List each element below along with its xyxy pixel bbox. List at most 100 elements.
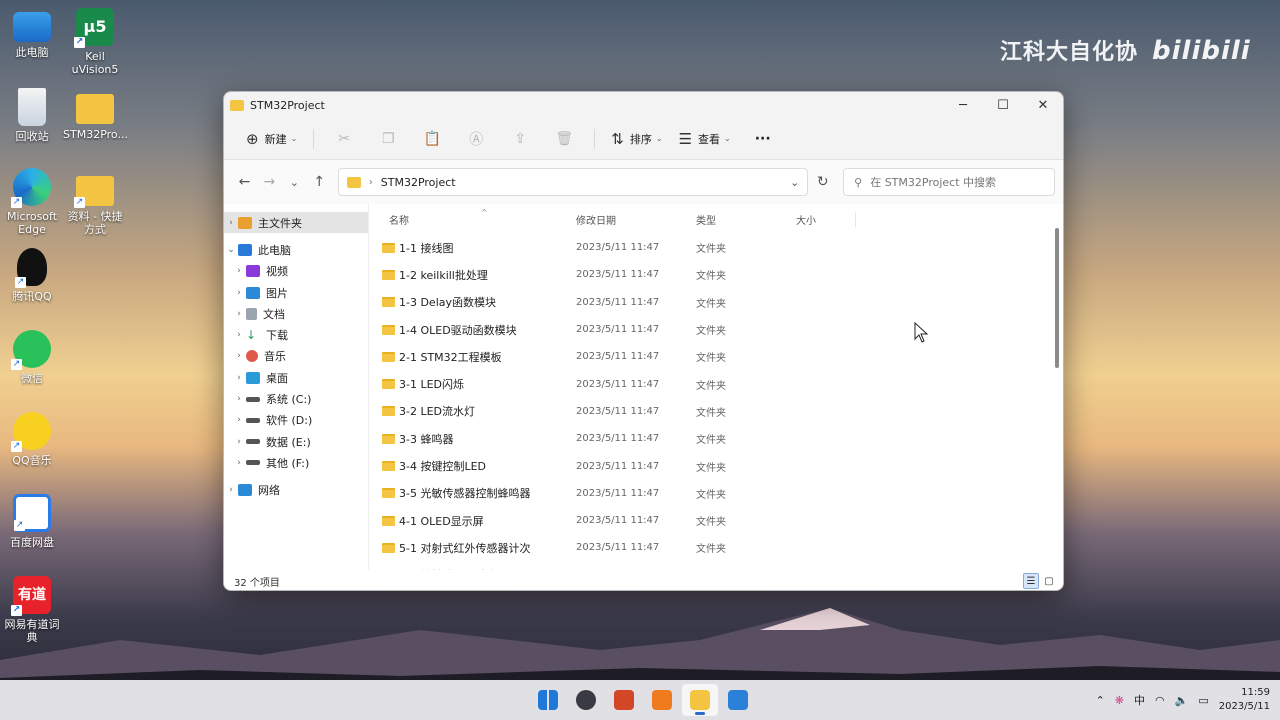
forward-button[interactable]: → (257, 168, 282, 196)
copy-icon[interactable]: ❐ (368, 124, 408, 154)
desktop-icon-qqmusic[interactable]: ↗ QQ音乐 (0, 412, 64, 467)
wifi-icon[interactable]: ◠ (1155, 694, 1165, 707)
column-name[interactable]: 名称 (369, 212, 576, 227)
sidebar-item-downloads[interactable]: › ↓ 下载 (224, 324, 368, 345)
app-tray-icon[interactable]: ❋ (1115, 694, 1124, 707)
cut-icon[interactable]: ✂ (324, 124, 364, 154)
desktop-icon-this-pc[interactable]: 此电脑 (0, 8, 64, 59)
search-input[interactable] (870, 175, 1041, 189)
input-method-indicator[interactable]: 中 (1134, 692, 1145, 708)
taskbar-app-camera[interactable] (568, 684, 604, 716)
file-row[interactable]: 4-1 OLED显示屏 2023/5/11 11:47 文件夹 (369, 507, 1063, 534)
taskbar-app-start[interactable] (530, 684, 566, 716)
chevron-right-icon[interactable]: › (232, 394, 246, 404)
title-bar[interactable]: STM32Project ─ ☐ ✕ (224, 92, 1063, 118)
sidebar-item-desktop[interactable]: › 桌面 (224, 367, 368, 388)
vertical-scrollbar[interactable] (1055, 218, 1059, 568)
chevron-down-icon[interactable]: ⌄ (790, 176, 799, 189)
desktop-icon-baidu-netdisk[interactable]: ↗ 百度网盘 (0, 494, 64, 549)
recent-locations-button[interactable]: ⌄ (282, 168, 307, 196)
sidebar-item-network[interactable]: › 网络 (224, 480, 368, 501)
chevron-right-icon[interactable]: › (232, 458, 246, 468)
file-row[interactable]: 5-1 对射式红外传感器计次 2023/5/11 11:47 文件夹 (369, 534, 1063, 561)
column-type[interactable]: 类型 (696, 212, 796, 227)
file-date: 2023/5/11 11:47 (576, 324, 660, 336)
file-row[interactable]: 1-4 OLED驱动函数模块 2023/5/11 11:47 文件夹 (369, 316, 1063, 343)
desktop-icon-keil[interactable]: μ5 ↗ Keil uVision5 (63, 8, 127, 76)
sidebar-item-home[interactable]: › 主文件夹 (224, 212, 368, 234)
file-row[interactable]: 1-3 Delay函数模块 2023/5/11 11:47 文件夹 (369, 289, 1063, 316)
view-button[interactable]: ☰ 查看 ⌄ (673, 124, 737, 154)
refresh-button[interactable]: ↻ (808, 168, 837, 196)
tiles-view-icon[interactable]: ▢ (1041, 573, 1057, 589)
desktop-icon-edge[interactable]: ↗ Microsoft Edge (0, 168, 64, 236)
desktop-icon-stm32project[interactable]: STM32Pro... (63, 88, 128, 141)
sidebar-item-pictures[interactable]: › 图片 (224, 282, 368, 303)
chevron-right-icon[interactable]: › (224, 485, 238, 495)
chevron-down-icon[interactable]: ⌄ (224, 245, 238, 255)
file-row[interactable]: 3-1 LED闪烁 2023/5/11 11:47 文件夹 (369, 370, 1063, 397)
file-row[interactable]: 3-5 光敏传感器控制蜂鸣器 2023/5/11 11:47 文件夹 (369, 480, 1063, 507)
up-button[interactable]: ↑ (307, 168, 332, 196)
chevron-right-icon[interactable]: › (224, 218, 238, 228)
file-row[interactable]: 3-4 按键控制LED 2023/5/11 11:47 文件夹 (369, 452, 1063, 479)
close-button[interactable]: ✕ (1023, 92, 1063, 118)
volume-icon[interactable]: 🔈 (1175, 694, 1189, 707)
file-row[interactable]: 1-2 keilkill批处理 2023/5/11 11:47 文件夹 (369, 261, 1063, 288)
rename-icon[interactable]: Ⓐ (456, 124, 496, 154)
file-row[interactable]: 1-1 接线图 2023/5/11 11:47 文件夹 (369, 234, 1063, 261)
chevron-right-icon[interactable]: › (232, 415, 246, 425)
desktop-icon-qq[interactable]: ↗ 腾讯QQ (0, 248, 64, 303)
battery-icon[interactable]: ▭ (1198, 694, 1208, 707)
address-bar[interactable]: › STM32Project ⌄ (337, 168, 809, 196)
file-row[interactable]: 5-2 旋转编码器计次2023/5/11 11:47文件夹 (369, 562, 1063, 570)
desktop-icon-wechat[interactable]: ↗ 微信 (0, 330, 64, 385)
taskbar-app-powerpoint[interactable] (606, 684, 642, 716)
file-row[interactable]: 2-1 STM32工程模板 2023/5/11 11:47 文件夹 (369, 343, 1063, 370)
desktop-icon-recycle-bin[interactable]: 回收站 (0, 88, 64, 143)
taskbar-app-wps[interactable] (644, 684, 680, 716)
chevron-right-icon[interactable]: › (232, 309, 246, 319)
maximize-button[interactable]: ☐ (983, 92, 1023, 118)
details-view-icon[interactable]: ☰ (1023, 573, 1039, 589)
sidebar-item-this-pc[interactable]: ⌄ 此电脑 (224, 239, 368, 260)
sidebar-item-drive-c[interactable]: › 系统 (C:) (224, 388, 368, 409)
desktop-icon-materials[interactable]: ↗ 资料 - 快捷方式 (63, 170, 127, 236)
file-name-cell: 3-5 光敏传感器控制蜂鸣器 (369, 485, 576, 501)
sidebar-item-drive-f[interactable]: › 其他 (F:) (224, 452, 368, 473)
sidebar-item-drive-e[interactable]: › 数据 (E:) (224, 431, 368, 452)
desktop-icon-youdao[interactable]: 有道 ↗ 网易有道词典 (0, 576, 64, 644)
minimize-button[interactable]: ─ (943, 92, 983, 118)
sidebar-item-videos[interactable]: › 视频 (224, 261, 368, 282)
chevron-up-icon[interactable]: ⌃ (1096, 694, 1105, 707)
taskbar-app-explorer[interactable] (682, 684, 718, 716)
file-type: 文件夹 (696, 462, 726, 474)
chevron-right-icon[interactable]: › (232, 266, 246, 276)
sidebar-item-music[interactable]: › 音乐 (224, 346, 368, 367)
share-icon[interactable]: ⇪ (500, 124, 540, 154)
column-size[interactable]: 大小 (796, 211, 856, 227)
paste-icon[interactable]: 📋 (412, 124, 452, 154)
search-box[interactable]: ⚲ (843, 168, 1056, 196)
delete-icon[interactable]: 🗑 (544, 124, 584, 154)
picture-icon (246, 286, 260, 299)
more-options-button[interactable]: ··· (749, 124, 777, 154)
sidebar-item-drive-d[interactable]: › 软件 (D:) (224, 410, 368, 431)
sidebar-item-documents[interactable]: › 文档 (224, 303, 368, 324)
column-date[interactable]: 修改日期 (576, 212, 696, 227)
file-row[interactable]: 3-2 LED流水灯 2023/5/11 11:47 文件夹 (369, 398, 1063, 425)
scrollbar-thumb[interactable] (1055, 228, 1059, 368)
chevron-right-icon[interactable]: › (232, 288, 246, 298)
chevron-right-icon[interactable]: › (232, 373, 246, 383)
sort-button[interactable]: ⇅ 排序 ⌄ (605, 124, 668, 154)
chevron-right-icon[interactable]: › (232, 330, 246, 340)
file-type: 文件夹 (696, 489, 726, 501)
clock[interactable]: 11:59 2023/5/11 (1219, 686, 1270, 714)
file-row[interactable]: 3-3 蜂鸣器 2023/5/11 11:47 文件夹 (369, 425, 1063, 452)
chevron-right-icon[interactable]: › (232, 437, 246, 447)
back-button[interactable]: ← (232, 168, 257, 196)
chevron-right-icon[interactable]: › (232, 351, 246, 361)
video-watermark: 江科大自化协 bilibili (1000, 36, 1251, 66)
new-button[interactable]: ⊕ 新建 ⌄ (240, 124, 303, 154)
taskbar-app-paint[interactable] (720, 684, 756, 716)
